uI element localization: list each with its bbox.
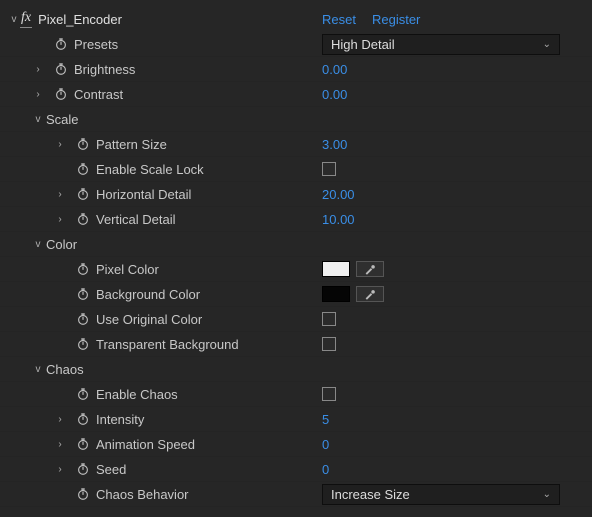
horizontal-detail-twisty[interactable]: ›	[54, 189, 66, 200]
animation-speed-value[interactable]: 0	[322, 437, 329, 452]
color-group-label: Color	[46, 237, 77, 252]
enable-chaos-label: Enable Chaos	[96, 387, 178, 402]
background-color-label: Background Color	[96, 287, 200, 302]
presets-dropdown[interactable]: High Detail ⌄	[322, 34, 560, 55]
pixel-color-eyedropper[interactable]	[356, 261, 384, 277]
row-chaos-behavior: Chaos Behavior Increase Size ⌄	[0, 482, 592, 507]
enable-scale-lock-checkbox[interactable]	[322, 162, 336, 176]
stopwatch-icon[interactable]	[76, 137, 90, 151]
stopwatch-icon[interactable]	[76, 162, 90, 176]
reset-link[interactable]: Reset	[322, 12, 356, 27]
row-seed: › Seed 0	[0, 457, 592, 482]
stopwatch-icon[interactable]	[76, 387, 90, 401]
row-pixel-color: Pixel Color	[0, 257, 592, 282]
stopwatch-icon[interactable]	[76, 337, 90, 351]
stopwatch-icon[interactable]	[76, 412, 90, 426]
row-color-group: v Color	[0, 232, 592, 257]
background-color-eyedropper[interactable]	[356, 286, 384, 302]
seed-twisty[interactable]: ›	[54, 464, 66, 475]
effect-header: v fx Pixel_Encoder Reset Register	[0, 6, 592, 32]
chaos-twisty[interactable]: v	[32, 364, 44, 375]
pixel-color-swatch[interactable]	[322, 261, 350, 277]
row-background-color: Background Color	[0, 282, 592, 307]
row-animation-speed: › Animation Speed 0	[0, 432, 592, 457]
enable-scale-lock-label: Enable Scale Lock	[96, 162, 204, 177]
seed-label: Seed	[96, 462, 126, 477]
stopwatch-icon[interactable]	[76, 487, 90, 501]
chevron-down-icon: ⌄	[543, 489, 551, 500]
horizontal-detail-label: Horizontal Detail	[96, 187, 191, 202]
row-chaos-group: v Chaos	[0, 357, 592, 382]
horizontal-detail-value[interactable]: 20.00	[322, 187, 355, 202]
vertical-detail-label: Vertical Detail	[96, 212, 175, 227]
row-brightness: › Brightness 0.00	[0, 57, 592, 82]
row-transparent-background: Transparent Background	[0, 332, 592, 357]
row-presets: Presets High Detail ⌄	[0, 32, 592, 57]
scale-group-label: Scale	[46, 112, 79, 127]
chaos-behavior-value: Increase Size	[331, 487, 410, 502]
stopwatch-icon[interactable]	[76, 287, 90, 301]
scale-twisty[interactable]: v	[32, 114, 44, 125]
row-enable-scale-lock: Enable Scale Lock	[0, 157, 592, 182]
effect-name[interactable]: Pixel_Encoder	[38, 12, 122, 27]
contrast-label: Contrast	[74, 87, 123, 102]
contrast-twisty[interactable]: ›	[32, 89, 44, 100]
vertical-detail-twisty[interactable]: ›	[54, 214, 66, 225]
contrast-value[interactable]: 0.00	[322, 87, 347, 102]
fx-icon: fx	[20, 10, 32, 28]
vertical-detail-value[interactable]: 10.00	[322, 212, 355, 227]
presets-label: Presets	[74, 37, 118, 52]
background-color-swatch[interactable]	[322, 286, 350, 302]
animation-speed-twisty[interactable]: ›	[54, 439, 66, 450]
intensity-label: Intensity	[96, 412, 144, 427]
stopwatch-icon[interactable]	[76, 462, 90, 476]
row-pattern-size: › Pattern Size 3.00	[0, 132, 592, 157]
stopwatch-icon[interactable]	[76, 262, 90, 276]
enable-chaos-checkbox[interactable]	[322, 387, 336, 401]
row-intensity: › Intensity 5	[0, 407, 592, 432]
chaos-group-label: Chaos	[46, 362, 84, 377]
pattern-size-label: Pattern Size	[96, 137, 167, 152]
stopwatch-icon[interactable]	[76, 212, 90, 226]
use-original-color-checkbox[interactable]	[322, 312, 336, 326]
seed-value[interactable]: 0	[322, 462, 329, 477]
transparent-background-checkbox[interactable]	[322, 337, 336, 351]
row-horizontal-detail: › Horizontal Detail 20.00	[0, 182, 592, 207]
pattern-size-value[interactable]: 3.00	[322, 137, 347, 152]
stopwatch-icon[interactable]	[76, 187, 90, 201]
brightness-label: Brightness	[74, 62, 135, 77]
animation-speed-label: Animation Speed	[96, 437, 195, 452]
row-vertical-detail: › Vertical Detail 10.00	[0, 207, 592, 232]
row-use-original-color: Use Original Color	[0, 307, 592, 332]
pixel-color-label: Pixel Color	[96, 262, 159, 277]
stopwatch-icon[interactable]	[76, 312, 90, 326]
stopwatch-icon[interactable]	[76, 437, 90, 451]
pattern-size-twisty[interactable]: ›	[54, 139, 66, 150]
row-scale-group: v Scale	[0, 107, 592, 132]
transparent-background-label: Transparent Background	[96, 337, 239, 352]
chevron-down-icon: ⌄	[543, 39, 551, 50]
presets-value: High Detail	[331, 37, 395, 52]
intensity-value[interactable]: 5	[322, 412, 329, 427]
stopwatch-icon[interactable]	[54, 37, 68, 51]
stopwatch-icon[interactable]	[54, 62, 68, 76]
row-enable-chaos: Enable Chaos	[0, 382, 592, 407]
color-twisty[interactable]: v	[32, 239, 44, 250]
register-link[interactable]: Register	[372, 12, 420, 27]
stopwatch-icon[interactable]	[54, 87, 68, 101]
effect-panel: v fx Pixel_Encoder Reset Register Preset…	[0, 0, 592, 513]
use-original-color-label: Use Original Color	[96, 312, 202, 327]
effect-twisty[interactable]: v	[8, 14, 20, 25]
intensity-twisty[interactable]: ›	[54, 414, 66, 425]
chaos-behavior-dropdown[interactable]: Increase Size ⌄	[322, 484, 560, 505]
chaos-behavior-label: Chaos Behavior	[96, 487, 189, 502]
brightness-value[interactable]: 0.00	[322, 62, 347, 77]
brightness-twisty[interactable]: ›	[32, 64, 44, 75]
row-contrast: › Contrast 0.00	[0, 82, 592, 107]
